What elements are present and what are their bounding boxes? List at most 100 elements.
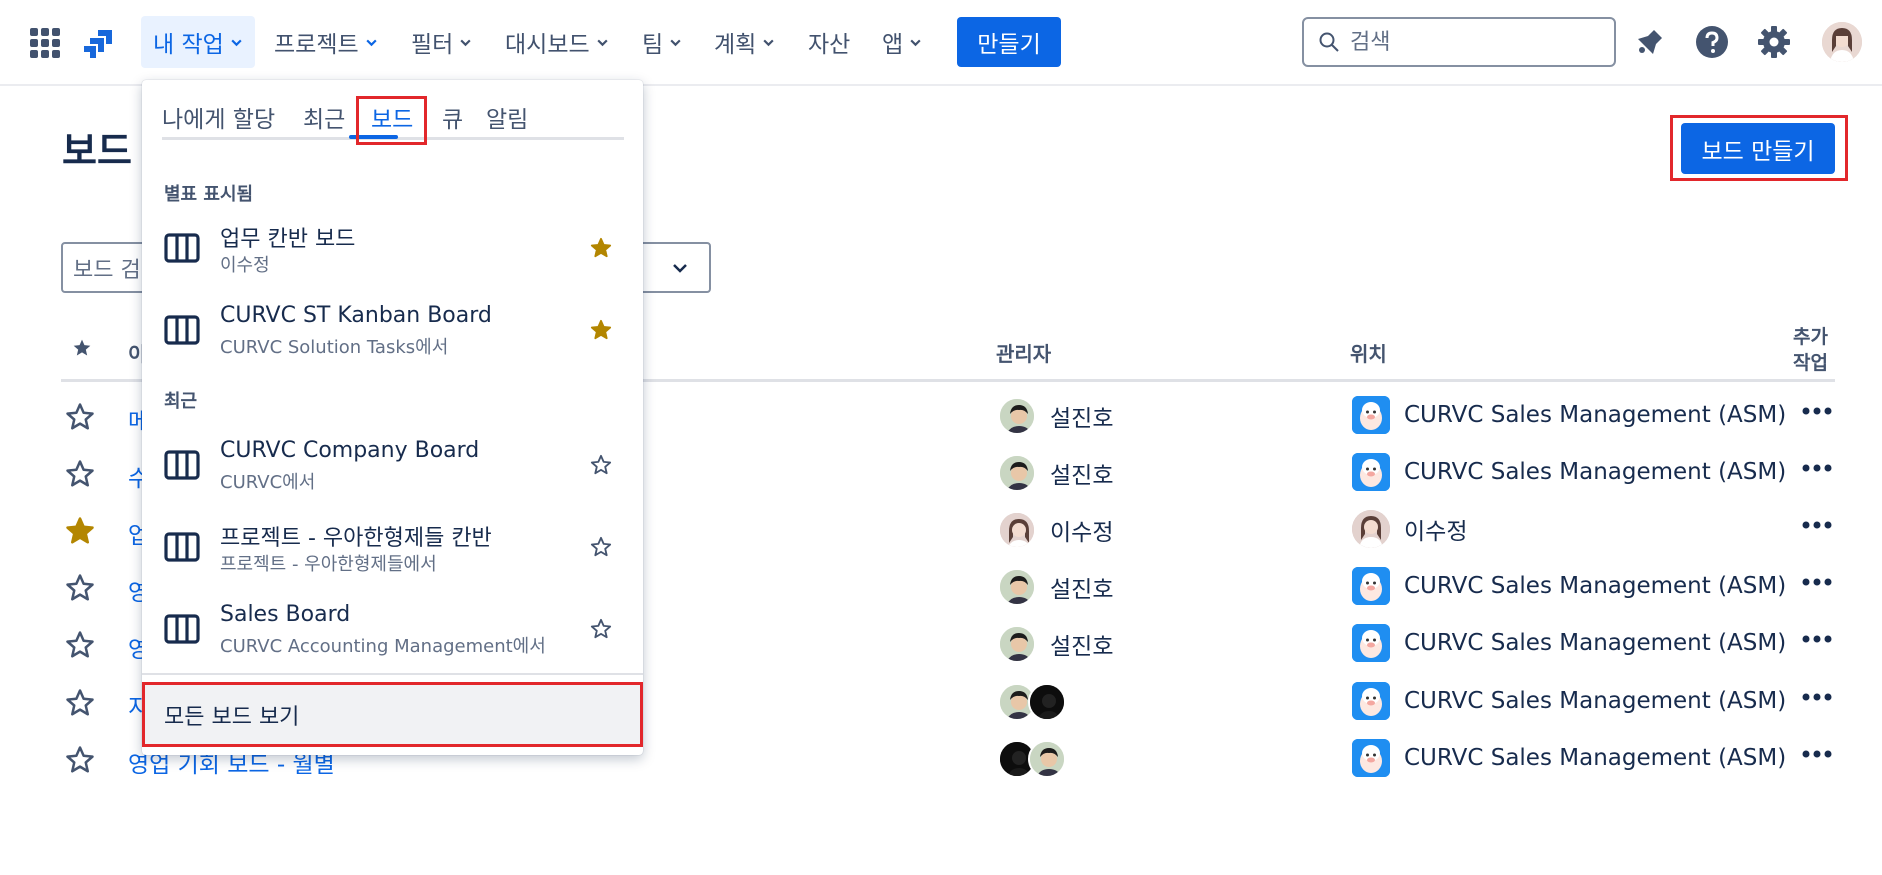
jira-logo-icon[interactable] <box>78 24 118 64</box>
nav-label: 대시보드 <box>505 32 590 58</box>
section-recent: 최근 <box>164 391 198 412</box>
dropdown-board-item[interactable]: CURVC Company Board CURVC에서 <box>142 432 643 510</box>
location-name[interactable]: CURVC Sales Management (ASM) <box>1404 402 1786 428</box>
avatar <box>998 397 1036 435</box>
project-avatar-icon <box>1352 739 1390 777</box>
column-header-location: 위치 <box>1350 342 1387 366</box>
nav-my-work[interactable]: 내 작업 <box>141 16 255 68</box>
nav-label: 내 작업 <box>153 32 224 58</box>
admin-name[interactable]: 설진호 <box>1050 627 1113 661</box>
star-toggle-icon[interactable] <box>65 516 95 546</box>
more-actions-icon[interactable] <box>1797 453 1837 483</box>
board-admin <box>998 682 1066 722</box>
admin-name[interactable]: 설진호 <box>1050 570 1113 604</box>
star-toggle-icon[interactable] <box>65 402 95 432</box>
location-name[interactable]: CURVC Sales Management (ASM) <box>1404 573 1786 599</box>
nav-projects[interactable]: 프로젝트 <box>262 16 390 68</box>
more-actions-icon[interactable] <box>1797 624 1837 654</box>
notifications-button[interactable] <box>1630 22 1670 62</box>
star-header-icon <box>73 339 91 356</box>
star-toggle-icon[interactable] <box>590 319 612 341</box>
more-actions-icon[interactable] <box>1797 682 1837 712</box>
chevron-down-icon <box>366 39 377 46</box>
board-location[interactable]: CURVC Sales Management (ASM) <box>1352 739 1786 777</box>
admin-name[interactable]: 이수정 <box>1050 513 1113 547</box>
profile-avatar[interactable] <box>1822 22 1862 62</box>
avatar <box>998 568 1036 606</box>
chevron-down-icon[interactable] <box>670 258 690 278</box>
more-actions-icon[interactable] <box>1797 739 1837 769</box>
board-item-name: 프로젝트 - 우아한형제들 칸반 <box>220 526 492 551</box>
more-actions-icon[interactable] <box>1797 396 1837 426</box>
nav-assets[interactable]: 자산 <box>796 16 862 68</box>
profile-photo-icon <box>1822 22 1862 62</box>
search-box[interactable] <box>1302 17 1616 67</box>
board-item-name: CURVC Company Board <box>220 438 480 463</box>
location-name[interactable]: CURVC Sales Management (ASM) <box>1404 688 1786 714</box>
nav-filters[interactable]: 필터 <box>399 16 484 68</box>
board-location[interactable]: CURVC Sales Management (ASM) <box>1352 453 1786 491</box>
create-button[interactable]: 만들기 <box>957 17 1061 67</box>
column-header-admin: 관리자 <box>996 342 1052 366</box>
board-icon <box>164 315 200 345</box>
admin-name[interactable]: 설진호 <box>1050 399 1113 433</box>
nav-dashboards[interactable]: 대시보드 <box>493 16 621 68</box>
star-toggle-icon[interactable] <box>65 573 95 603</box>
star-toggle-icon[interactable] <box>590 454 612 476</box>
location-name[interactable]: CURVC Sales Management (ASM) <box>1404 630 1786 656</box>
star-toggle-icon[interactable] <box>65 745 95 775</box>
tab-queues[interactable]: 큐 <box>442 100 463 134</box>
chevron-down-icon <box>670 39 681 46</box>
tab-assigned-to-me[interactable]: 나에게 할당 <box>162 100 275 134</box>
location-name[interactable]: 이수정 <box>1404 512 1467 546</box>
board-location[interactable]: CURVC Sales Management (ASM) <box>1352 396 1786 434</box>
board-search-placeholder: 보드 검 <box>73 257 141 283</box>
more-actions-icon[interactable] <box>1797 510 1837 540</box>
board-admin: 설진호 <box>998 567 1113 607</box>
star-toggle-icon[interactable] <box>65 688 95 718</box>
dropdown-board-item[interactable]: 업무 칸반 보드 이수정 <box>142 215 643 293</box>
board-admin: 설진호 <box>998 396 1113 436</box>
board-admin: 설진호 <box>998 624 1113 664</box>
star-toggle-icon[interactable] <box>65 459 95 489</box>
avatar <box>998 511 1036 549</box>
settings-button[interactable] <box>1754 22 1794 62</box>
board-location[interactable]: CURVC Sales Management (ASM) <box>1352 567 1786 605</box>
board-item-location: CURVC Solution Tasks에서 <box>220 337 449 358</box>
star-toggle-icon[interactable] <box>590 237 612 259</box>
board-location[interactable]: CURVC Sales Management (ASM) <box>1352 682 1786 720</box>
nav-label: 프로젝트 <box>274 32 359 58</box>
board-admin: 이수정 <box>998 510 1113 550</box>
board-admin <box>998 739 1066 779</box>
location-name[interactable]: CURVC Sales Management (ASM) <box>1404 745 1786 771</box>
nav-teams[interactable]: 팀 <box>630 16 694 68</box>
project-avatar-icon <box>1352 624 1390 662</box>
board-location[interactable]: 이수정 <box>1352 510 1467 548</box>
dropdown-board-item[interactable]: 프로젝트 - 우아한형제들 칸반 프로젝트 - 우아한형제들에서 <box>142 514 643 592</box>
search-input[interactable] <box>1350 29 1590 55</box>
nav-plans[interactable]: 계획 <box>702 16 787 68</box>
board-location[interactable]: CURVC Sales Management (ASM) <box>1352 624 1786 662</box>
location-name[interactable]: CURVC Sales Management (ASM) <box>1404 459 1786 485</box>
dropdown-board-item[interactable]: Sales Board CURVC Accounting Management에서 <box>142 596 643 674</box>
board-icon <box>164 450 200 480</box>
create-board-button[interactable]: 보드 만들기 <box>1681 123 1835 174</box>
avatar <box>1352 510 1390 548</box>
nav-apps[interactable]: 앱 <box>870 16 934 68</box>
star-toggle-icon[interactable] <box>65 630 95 660</box>
app-switcher-icon[interactable] <box>30 28 60 58</box>
gear-icon <box>1758 26 1790 58</box>
board-item-location: 이수정 <box>220 255 270 276</box>
more-actions-icon[interactable] <box>1797 567 1837 597</box>
dropdown-board-item[interactable]: CURVC ST Kanban Board CURVC Solution Task… <box>142 297 643 375</box>
help-button[interactable] <box>1692 22 1732 62</box>
star-toggle-icon[interactable] <box>590 618 612 640</box>
star-toggle-icon[interactable] <box>590 536 612 558</box>
highlight-box <box>356 96 427 145</box>
tab-recent[interactable]: 최근 <box>303 100 345 134</box>
help-icon <box>1696 26 1728 58</box>
admin-name[interactable]: 설진호 <box>1050 456 1113 490</box>
project-avatar-icon <box>1352 453 1390 491</box>
tab-notifications[interactable]: 알림 <box>486 100 528 134</box>
search-icon <box>1319 32 1339 52</box>
